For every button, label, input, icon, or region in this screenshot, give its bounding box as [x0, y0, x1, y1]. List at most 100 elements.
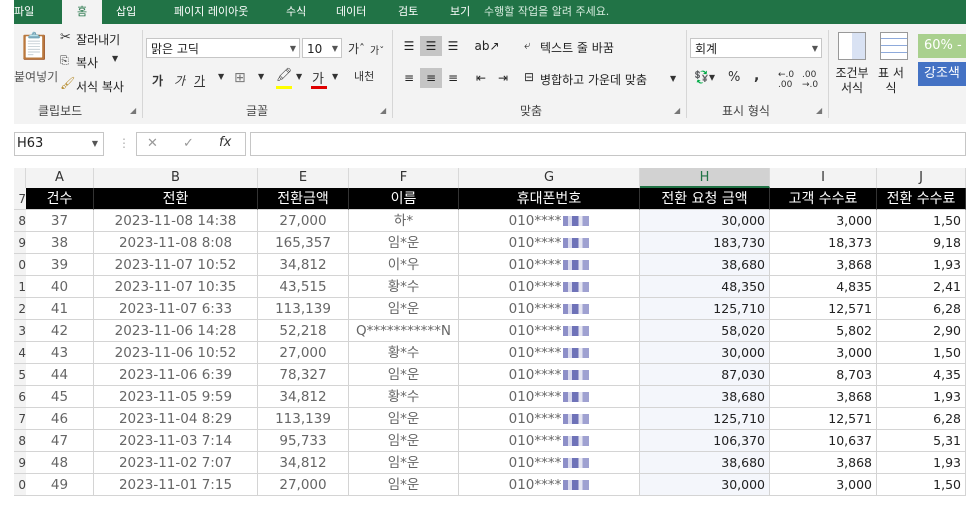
table-cell[interactable]: 113,139 — [258, 298, 349, 320]
table-cell[interactable]: 010**** — [459, 386, 640, 408]
table-cell[interactable]: 48,350 — [640, 276, 770, 298]
dialog-launcher-icon[interactable]: ◢ — [674, 106, 680, 115]
header-cell[interactable]: 휴대폰번호 — [459, 188, 640, 210]
cell-style-60-accent[interactable]: 60% - — [918, 34, 966, 58]
table-cell[interactable]: 27,000 — [258, 474, 349, 496]
align-bottom-icon[interactable]: ☰ — [442, 36, 464, 56]
chevron-down-icon[interactable]: ▼ — [670, 74, 676, 83]
table-cell[interactable]: 38,680 — [640, 386, 770, 408]
insert-function-icon[interactable]: fx — [219, 135, 231, 150]
table-cell[interactable]: 황*수 — [349, 276, 459, 298]
table-cell[interactable]: 010**** — [459, 298, 640, 320]
table-cell[interactable]: 3,000 — [770, 210, 877, 232]
row-number[interactable]: 1 — [14, 276, 26, 298]
table-cell[interactable]: 1,50 — [877, 210, 966, 232]
format-painter-button[interactable]: 서식 복사 — [76, 78, 124, 95]
table-cell[interactable]: 30,000 — [640, 342, 770, 364]
table-cell[interactable]: 2023-11-04 8:29 — [94, 408, 258, 430]
table-cell[interactable]: 12,571 — [770, 298, 877, 320]
header-cell[interactable]: 고객 수수료 — [770, 188, 877, 210]
table-cell[interactable]: 6,28 — [877, 298, 966, 320]
table-cell[interactable]: 5,802 — [770, 320, 877, 342]
table-cell[interactable]: 2023-11-06 6:39 — [94, 364, 258, 386]
table-cell[interactable]: 1,93 — [877, 386, 966, 408]
table-cell[interactable]: 2023-11-03 7:14 — [94, 430, 258, 452]
column-header[interactable]: B — [94, 168, 258, 188]
table-cell[interactable]: 125,710 — [640, 298, 770, 320]
chevron-down-icon[interactable]: ▼ — [258, 72, 264, 81]
row-number[interactable]: 8 — [14, 430, 26, 452]
cut-button[interactable]: 잘라내기 — [76, 31, 120, 48]
grow-font-icon[interactable]: 가ˆ — [348, 40, 365, 57]
table-cell[interactable]: Q***********N — [349, 320, 459, 342]
header-cell[interactable]: 전환 요청 금액 — [640, 188, 770, 210]
phonetic-icon[interactable]: 내천 — [354, 68, 374, 84]
orientation-icon[interactable]: ab↗ — [472, 36, 502, 56]
table-cell[interactable]: 2023-11-08 14:38 — [94, 210, 258, 232]
paste-icon[interactable]: 📋 — [18, 32, 50, 62]
row-number[interactable]: 0 — [14, 474, 26, 496]
select-all-corner[interactable] — [14, 168, 26, 188]
cancel-icon[interactable]: ✕ — [147, 136, 158, 151]
table-cell[interactable]: 43,515 — [258, 276, 349, 298]
column-header[interactable]: F — [349, 168, 459, 188]
header-cell[interactable]: 건수 — [26, 188, 94, 210]
column-header[interactable]: J — [877, 168, 966, 188]
table-cell[interactable]: 125,710 — [640, 408, 770, 430]
table-cell[interactable]: 12,571 — [770, 408, 877, 430]
column-header[interactable]: E — [258, 168, 349, 188]
table-cell[interactable]: 하* — [349, 210, 459, 232]
paste-button[interactable]: 붙여넣기 — [14, 68, 58, 85]
fill-color-icon[interactable]: 🖍 — [276, 68, 293, 83]
table-cell[interactable]: 42 — [26, 320, 94, 342]
table-cell[interactable]: 임*운 — [349, 408, 459, 430]
table-cell[interactable]: 임*운 — [349, 364, 459, 386]
tab-home[interactable]: 홈 — [62, 0, 102, 24]
table-cell[interactable]: 18,373 — [770, 232, 877, 254]
table-cell[interactable]: 3,000 — [770, 342, 877, 364]
table-cell[interactable]: 2023-11-07 10:35 — [94, 276, 258, 298]
table-cell[interactable]: 4,35 — [877, 364, 966, 386]
table-cell[interactable]: 3,868 — [770, 254, 877, 276]
table-cell[interactable]: 임*운 — [349, 430, 459, 452]
table-cell[interactable]: 38 — [26, 232, 94, 254]
font-color-icon[interactable]: 가 — [312, 68, 324, 87]
shrink-font-icon[interactable]: 가ˇ — [370, 42, 384, 57]
chevron-down-icon[interactable]: ▼ — [296, 72, 302, 81]
table-cell[interactable]: 87,030 — [640, 364, 770, 386]
tab-insert[interactable]: 삽입 — [116, 3, 136, 19]
currency-icon[interactable]: 💱▾ — [694, 70, 715, 84]
table-cell[interactable]: 2023-11-01 7:15 — [94, 474, 258, 496]
column-header-selected[interactable]: H — [640, 168, 770, 188]
row-number[interactable]: 5 — [14, 364, 26, 386]
table-cell[interactable]: 010**** — [459, 210, 640, 232]
table-cell[interactable]: 2,41 — [877, 276, 966, 298]
table-cell[interactable]: 임*운 — [349, 452, 459, 474]
table-cell[interactable]: 165,357 — [258, 232, 349, 254]
table-cell[interactable]: 010**** — [459, 342, 640, 364]
dialog-launcher-icon[interactable]: ◢ — [380, 106, 386, 115]
merge-center-button[interactable]: 병합하고 가운데 맞춤 — [540, 71, 647, 88]
header-cell[interactable]: 전환 수수료 — [877, 188, 966, 210]
table-cell[interactable]: 010**** — [459, 254, 640, 276]
table-cell[interactable]: 010**** — [459, 364, 640, 386]
column-header[interactable]: A — [26, 168, 94, 188]
table-cell[interactable]: 30,000 — [640, 210, 770, 232]
row-number[interactable]: 2 — [14, 298, 26, 320]
table-cell[interactable]: 1,93 — [877, 452, 966, 474]
border-icon[interactable]: ⊞ — [234, 70, 246, 86]
dialog-launcher-icon[interactable]: ◢ — [816, 106, 822, 115]
align-top-icon[interactable]: ☰ — [398, 36, 420, 56]
table-cell[interactable]: 010**** — [459, 276, 640, 298]
header-cell[interactable]: 이름 — [349, 188, 459, 210]
tab-view[interactable]: 보기 — [450, 3, 470, 19]
table-cell[interactable]: 1,50 — [877, 342, 966, 364]
table-cell[interactable]: 45 — [26, 386, 94, 408]
enter-icon[interactable]: ✓ — [183, 136, 194, 151]
table-cell[interactable]: 37 — [26, 210, 94, 232]
table-cell[interactable]: 3,000 — [770, 474, 877, 496]
table-cell[interactable]: 10,637 — [770, 430, 877, 452]
percent-icon[interactable]: % — [728, 70, 740, 85]
table-cell[interactable]: 38,680 — [640, 452, 770, 474]
conditional-format-button[interactable]: 조건부 서식 — [834, 66, 870, 96]
